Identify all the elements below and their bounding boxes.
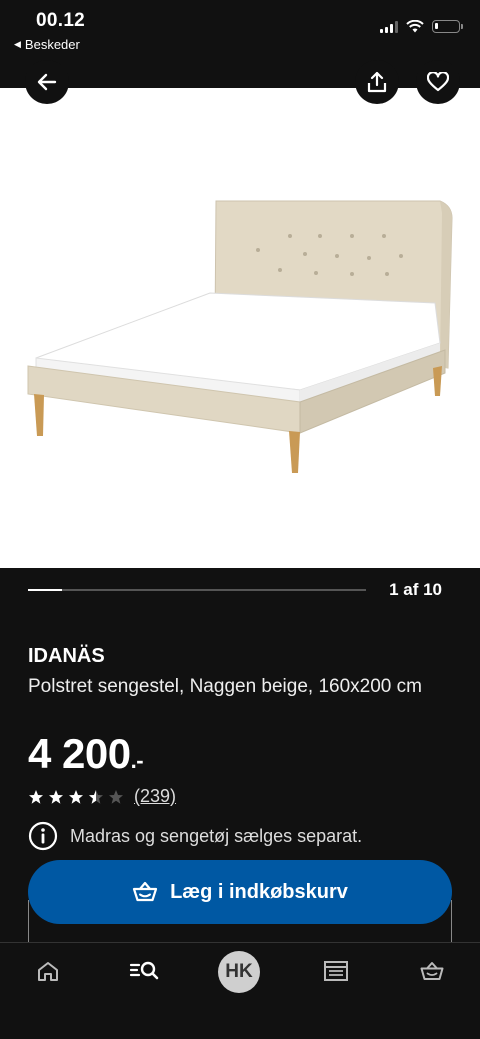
price-value: 4 200 bbox=[28, 730, 131, 777]
favorite-button[interactable] bbox=[416, 60, 460, 104]
review-count-link[interactable]: (239) bbox=[134, 786, 176, 807]
basket-icon bbox=[132, 881, 158, 902]
star-full-icon bbox=[69, 789, 83, 804]
product-rating[interactable]: (239) bbox=[28, 786, 176, 807]
share-icon bbox=[367, 71, 387, 93]
star-full-icon bbox=[49, 789, 63, 804]
add-to-cart-button[interactable]: Læg i indkøbskurv bbox=[28, 860, 452, 924]
product-name: IDANÄS bbox=[28, 645, 105, 667]
battery-icon bbox=[432, 20, 463, 33]
nav-cart[interactable] bbox=[412, 957, 452, 985]
search-icon bbox=[129, 961, 159, 980]
nav-home[interactable] bbox=[28, 957, 68, 985]
info-icon bbox=[28, 821, 58, 851]
carousel-progress-bar bbox=[28, 589, 366, 591]
product-description: Polstret sengestel, Naggen beige, 160x20… bbox=[28, 676, 422, 697]
price-suffix: .- bbox=[130, 748, 144, 773]
product-price: 4 200.- bbox=[28, 730, 144, 778]
status-icons bbox=[380, 20, 463, 33]
back-triangle-icon: ◀ bbox=[14, 39, 21, 49]
heart-icon bbox=[427, 72, 449, 92]
home-icon bbox=[38, 962, 58, 981]
add-to-cart-label: Læg i indkøbskurv bbox=[170, 880, 348, 903]
status-bar: 00.12 ◀ Beskeder bbox=[0, 0, 480, 88]
back-to-app-link[interactable]: ◀ Beskeder bbox=[14, 37, 80, 52]
status-time: 00.12 bbox=[36, 10, 86, 31]
cart-icon bbox=[420, 962, 444, 980]
bottom-navigation: HK bbox=[0, 942, 480, 1039]
carousel-page-count: 1 af 10 bbox=[389, 580, 442, 599]
nav-store[interactable] bbox=[316, 957, 356, 985]
bed-image bbox=[27, 200, 453, 473]
share-button[interactable] bbox=[355, 60, 399, 104]
wifi-icon bbox=[406, 20, 424, 33]
nav-search[interactable] bbox=[124, 957, 164, 985]
star-full-icon bbox=[29, 789, 43, 804]
star-empty-icon bbox=[109, 789, 123, 804]
avatar[interactable]: HK bbox=[218, 951, 260, 993]
back-button[interactable] bbox=[25, 60, 69, 104]
product-image[interactable] bbox=[0, 60, 480, 568]
carousel-progress-fill bbox=[28, 589, 62, 591]
info-text: Madras og sengetøj sælges separat. bbox=[70, 825, 363, 846]
cellular-signal-icon bbox=[380, 20, 398, 33]
arrow-left-icon bbox=[37, 73, 57, 91]
info-notice: Madras og sengetøj sælges separat. bbox=[28, 821, 362, 851]
star-half-icon bbox=[89, 789, 103, 804]
back-app-label: Beskeder bbox=[24, 37, 80, 52]
store-icon bbox=[324, 961, 348, 981]
